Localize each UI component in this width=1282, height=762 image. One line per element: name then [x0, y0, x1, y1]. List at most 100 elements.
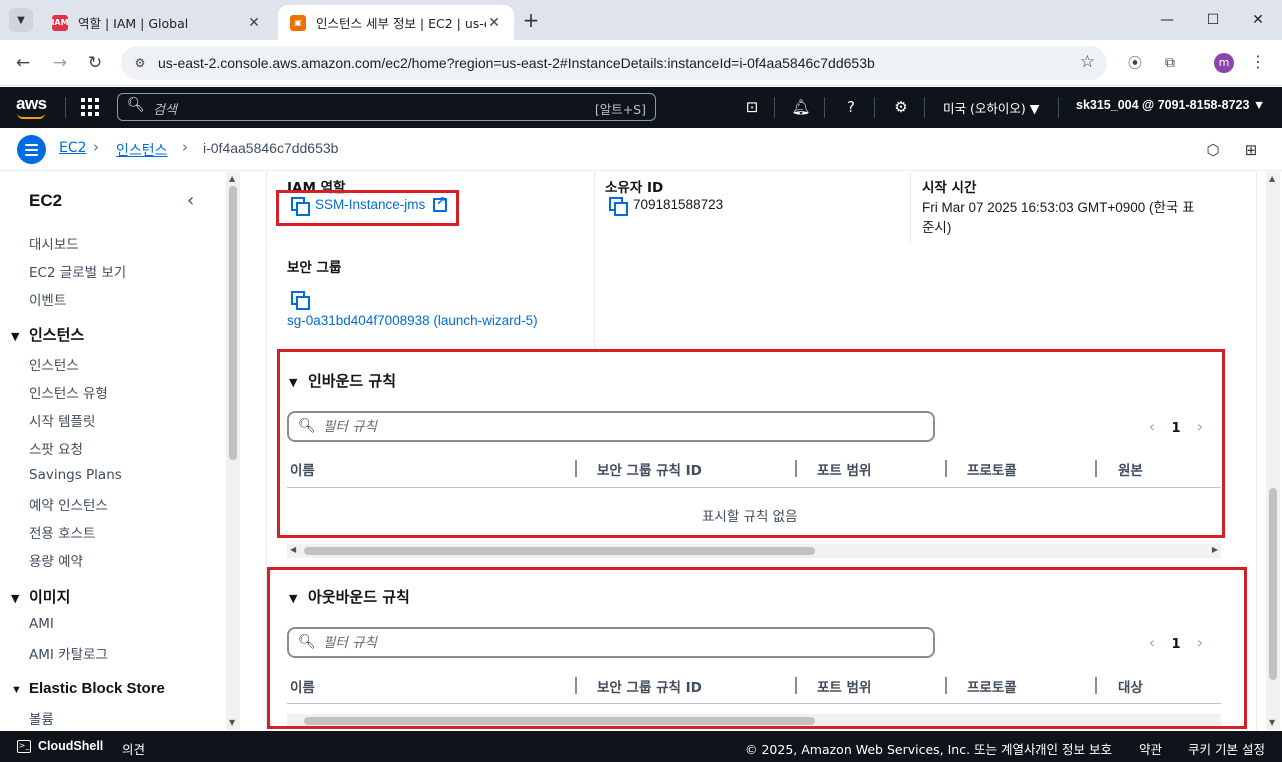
sidebar-item-global-view[interactable]: EC2 글로벌 보기 — [29, 261, 126, 281]
copy-icon[interactable] — [609, 197, 628, 216]
scrollbar-thumb[interactable] — [304, 547, 815, 555]
back-icon[interactable]: ← — [11, 51, 35, 75]
browser-tab-ec2[interactable]: ▣ 인스턴스 세부 정보 | EC2 | us-east-2 ✕ — [278, 5, 514, 40]
launch-time-value: Fri Mar 07 2025 16:53:03 GMT+0900 (한국 표 — [922, 200, 1195, 215]
browser-address-bar: ← → ↻ ⚙ us-east-2.console.aws.amazon.com… — [0, 40, 1282, 86]
url-text[interactable]: us-east-2.console.aws.amazon.com/ec2/hom… — [158, 55, 875, 71]
omnibox[interactable]: ⚙ us-east-2.console.aws.amazon.com/ec2/h… — [121, 46, 1107, 80]
sidebar-section-images[interactable]: ▼ 이미지 — [11, 586, 70, 607]
side-navigation: EC2 ‹ 대시보드 EC2 글로벌 보기 이벤트 ▼ 인스턴스 인스턴스 인스턴… — [0, 172, 240, 730]
console-footer: >_ CloudShell 의견 © 2025, Amazon Web Serv… — [0, 731, 1282, 762]
close-tab-icon[interactable]: ✕ — [246, 15, 262, 31]
main-content: IAM 역할 SSM-Instance-jms 소유자 ID 709181588… — [240, 172, 1282, 730]
profile-avatar[interactable]: m — [1214, 53, 1234, 73]
aws-logo[interactable]: aws — [16, 94, 47, 114]
sidebar-item-spot-requests[interactable]: 스팟 요청 — [29, 438, 83, 458]
minimize-icon[interactable]: — — [1155, 8, 1179, 32]
aws-search-box[interactable]: 🔍︎ 검색 [알트+S] — [117, 93, 656, 121]
bookmark-star-icon[interactable]: ☆ — [1080, 52, 1095, 72]
sidebar-item-dedicated-hosts[interactable]: 전용 호스트 — [29, 522, 95, 542]
notifications-bell-icon[interactable]: 🔔︎ — [790, 96, 812, 118]
feedback-link[interactable]: 의견 — [122, 739, 145, 758]
nav-divider — [924, 97, 925, 118]
main-vertical-scrollbar[interactable]: ▲ ▼ — [1266, 172, 1280, 730]
iam-favicon-icon: IAM — [51, 14, 69, 31]
highlight-inbound-rules — [277, 349, 1225, 538]
highlight-outbound-rules — [267, 567, 1247, 729]
account-menu[interactable]: sk315_004 @ 7091-8158-8723 ▼ — [1076, 98, 1265, 112]
help-icon[interactable]: ? — [840, 96, 862, 118]
chevron-left-icon[interactable]: ‹ — [187, 190, 194, 211]
sidebar-item-ami[interactable]: AMI — [29, 616, 54, 632]
sidebar-item-launch-templates[interactable]: 시작 템플릿 — [29, 410, 95, 430]
cloudshell-icon[interactable]: >_ — [17, 740, 31, 753]
sidebar-item-reserved-instances[interactable]: 예약 인스턴스 — [29, 494, 108, 514]
browser-menu-icon[interactable]: ⋮ — [1250, 52, 1266, 71]
breadcrumb-instances[interactable]: 인스턴스 — [116, 140, 168, 160]
sidebar-item-events[interactable]: 이벤트 — [29, 289, 66, 309]
sidebar-item-instances[interactable]: 인스턴스 — [29, 354, 79, 374]
close-tab-icon[interactable]: ✕ — [486, 15, 502, 31]
scroll-down-icon[interactable]: ▼ — [1269, 718, 1275, 727]
copyright-text: © 2025, Amazon Web Services, Inc. 또는 계열사… — [745, 742, 1040, 757]
column-divider — [594, 172, 595, 350]
new-tab-icon[interactable]: + — [520, 9, 542, 31]
sidebar-scrollbar[interactable]: ▲ ▼ — [226, 172, 240, 730]
sidebar-section-instances[interactable]: ▼ 인스턴스 — [11, 324, 84, 345]
inbound-horizontal-scrollbar[interactable]: ◀ ▶ — [287, 544, 1221, 558]
caret-down-icon: ▼ — [11, 330, 20, 343]
extension-icon[interactable]: ⦿ — [1124, 52, 1146, 74]
sidebar-item-volumes[interactable]: 볼륨 — [29, 708, 54, 728]
scroll-up-icon[interactable]: ▲ — [229, 174, 235, 183]
chevron-right-icon: › — [93, 138, 99, 156]
nav-divider — [824, 97, 825, 118]
aws-top-nav: aws 🔍︎ 검색 [알트+S] ⊡ 🔔︎ ? ⚙ 미국 (오하이오) ▼ sk… — [0, 87, 1282, 128]
chevron-right-icon: › — [182, 138, 188, 156]
feedback-panel-icon[interactable]: ⊞ — [1241, 140, 1261, 160]
breadcrumb: EC2 › 인스턴스 › i-0f4aa5846c7dd653b ⬡ ⊞ — [0, 128, 1282, 171]
copy-icon[interactable] — [291, 291, 310, 310]
services-grid-icon[interactable] — [81, 98, 99, 116]
scroll-up-icon[interactable]: ▲ — [1269, 174, 1275, 183]
sidebar-item-capacity-reservations[interactable]: 용량 예약 — [29, 550, 83, 570]
forward-icon[interactable]: → — [48, 51, 72, 75]
owner-id-value: 709181588723 — [633, 197, 724, 212]
cloudshell-icon[interactable]: ⊡ — [741, 96, 763, 118]
scroll-down-icon[interactable]: ▼ — [229, 718, 235, 727]
scroll-right-icon[interactable]: ▶ — [1212, 545, 1218, 554]
sidebar-item-dashboard[interactable]: 대시보드 — [29, 233, 79, 253]
side-nav-toggle-icon[interactable] — [17, 135, 46, 164]
site-info-icon[interactable]: ⚙ — [129, 52, 151, 74]
browser-tab-iam[interactable]: IAM 역할 | IAM | Global ✕ — [40, 5, 274, 40]
breadcrumb-current: i-0f4aa5846c7dd653b — [203, 140, 339, 156]
launch-time-label: 시작 시간 — [922, 180, 977, 196]
extensions-puzzle-icon[interactable]: ⧉ — [1159, 52, 1181, 74]
tab-search-icon[interactable]: ▼ — [9, 8, 33, 32]
caret-down-icon: ▼ — [11, 684, 22, 696]
breadcrumb-ec2[interactable]: EC2 — [59, 140, 87, 156]
region-selector[interactable]: 미국 (오하이오) ▼ — [943, 98, 1039, 117]
ec2-favicon-icon: ▣ — [290, 14, 306, 31]
settings-gear-icon[interactable]: ⚙ — [890, 96, 912, 118]
sidebar-section-ebs[interactable]: ▼ Elastic Block Store — [11, 680, 165, 697]
sidebar-item-ami-catalog[interactable]: AMI 카탈로그 — [29, 643, 108, 663]
cookie-preferences-link[interactable]: 쿠키 기본 설정 — [1188, 739, 1265, 758]
cloudshell-button[interactable]: CloudShell — [38, 739, 103, 753]
info-panel-icon[interactable]: ⬡ — [1203, 140, 1223, 160]
scrollbar-thumb[interactable] — [229, 186, 237, 460]
reload-icon[interactable]: ↻ — [83, 51, 107, 75]
sidebar-item-instance-types[interactable]: 인스턴스 유형 — [29, 382, 108, 402]
launch-time-value-cont: 준시) — [922, 220, 952, 235]
security-group-label: 보안 그룹 — [287, 260, 342, 276]
nav-divider — [1058, 97, 1059, 118]
sidebar-item-savings-plans[interactable]: Savings Plans — [29, 467, 122, 483]
security-group-link[interactable]: sg-0a31bd404f7008938 (launch-wizard-5) — [287, 313, 538, 328]
maximize-icon[interactable]: ☐ — [1201, 8, 1225, 32]
nav-divider — [65, 97, 66, 118]
nav-divider — [774, 97, 775, 118]
scroll-left-icon[interactable]: ◀ — [290, 545, 296, 554]
privacy-link[interactable]: 개인 정보 보호 — [1035, 739, 1112, 758]
scrollbar-thumb[interactable] — [1269, 488, 1277, 680]
terms-link[interactable]: 약관 — [1139, 739, 1162, 758]
close-window-icon[interactable]: ✕ — [1246, 8, 1270, 32]
